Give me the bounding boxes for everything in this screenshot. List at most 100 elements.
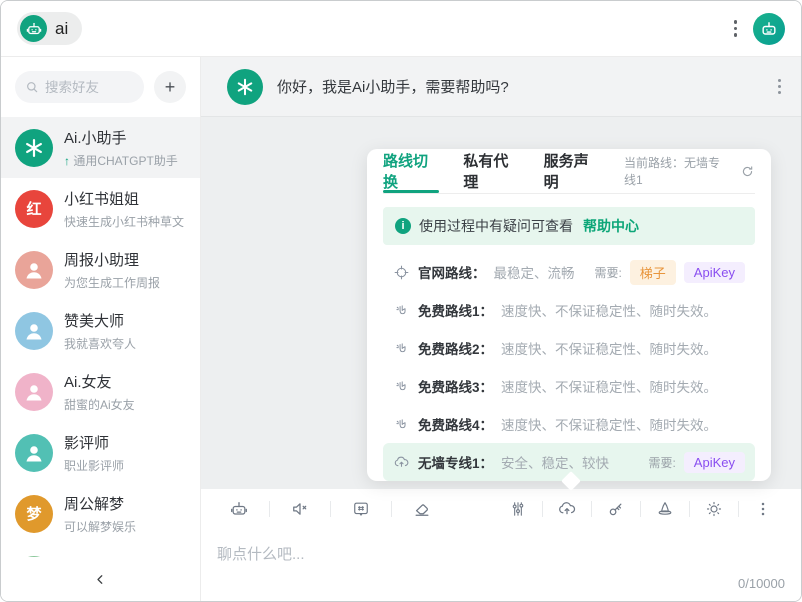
toolbar-divider: [591, 501, 592, 517]
contact-subtitle: 职业影评师: [64, 457, 124, 474]
info-icon: i: [395, 218, 411, 234]
route-name: 免费路线1：: [418, 300, 493, 320]
compass-icon: [393, 264, 410, 281]
contact-film-critic[interactable]: 影评师 职业影评师: [1, 422, 200, 483]
app-window: ai: [0, 0, 802, 602]
contact-name: 周公解梦: [64, 493, 136, 514]
add-friend-button[interactable]: +: [154, 71, 186, 103]
robot-tool-button[interactable]: [227, 497, 251, 521]
route-desc: 速度快、不保证稳定性、随时失效。: [501, 300, 717, 320]
app-logo[interactable]: ai: [17, 12, 82, 45]
toolbar-divider: [640, 501, 641, 517]
route-name: 免费路线2：: [418, 338, 493, 358]
contact-list: Ai.小助手 ↑ 通用CHATGPT助手 红 小红书姐姐 快速生成小红书种草文: [1, 117, 200, 557]
contact-subtitle: 为您生成工作周报: [64, 274, 160, 291]
route-free-4[interactable]: 免费路线4： 速度快、不保证稳定性、随时失效。: [383, 405, 755, 443]
mute-speaker-button[interactable]: [288, 497, 312, 521]
toolbar-divider: [269, 501, 270, 517]
top-bar: ai: [1, 1, 801, 57]
content-area: + Ai.小助手 ↑ 通用CHATGPT助手: [1, 57, 801, 601]
contact-ai-assistant[interactable]: Ai.小助手 ↑ 通用CHATGPT助手: [1, 117, 200, 178]
popup-tabs: 路线切换 私有代理 服务声明 当前路线：无墙专线1: [383, 149, 755, 194]
sidebar: + Ai.小助手 ↑ 通用CHATGPT助手: [1, 57, 201, 601]
composer: 0/10000: [201, 529, 801, 601]
user-avatar[interactable]: [753, 13, 785, 45]
toolbar-divider: [330, 501, 331, 517]
message-input[interactable]: [217, 543, 785, 593]
hand-icon: [393, 340, 410, 357]
robot-logo-icon: [20, 15, 47, 42]
contact-virtual-doctor[interactable]: 虚拟医生: [1, 544, 200, 557]
current-route-label: 当前路线：无墙专线1: [624, 154, 730, 188]
assistant-message-row: 你好，我是Ai小助手，需要帮助吗?: [201, 57, 801, 117]
collapse-sidebar-button[interactable]: [87, 565, 115, 593]
route-desc: 速度快、不保证稳定性、随时失效。: [501, 338, 717, 358]
dream-char-avatar: 梦: [15, 495, 53, 533]
help-center-link[interactable]: 帮助中心: [583, 216, 639, 236]
person-avatar: [15, 434, 53, 472]
ladder-badge[interactable]: 梯子: [630, 260, 676, 285]
settings-sliders-button[interactable]: [506, 497, 530, 521]
magic-hat-button[interactable]: [653, 497, 677, 521]
person-avatar: [15, 373, 53, 411]
apikey-badge[interactable]: ApiKey: [684, 452, 745, 473]
route-name: 免费路线4：: [418, 414, 493, 434]
route-name: 无墙专线1：: [418, 452, 493, 472]
route-desc: 速度快、不保证稳定性、随时失效。: [501, 376, 717, 396]
openai-flower-icon: [15, 129, 53, 167]
tab-private-proxy[interactable]: 私有代理: [463, 149, 519, 193]
contact-xiaohongshu[interactable]: 红 小红书姐姐 快速生成小红书种草文: [1, 178, 200, 239]
red-char-avatar: 红: [15, 190, 53, 228]
chat-body: 路线切换 私有代理 服务声明 当前路线：无墙专线1 i 使用过程中有疑问可查看: [201, 117, 801, 489]
chat-main: 你好，我是Ai小助手，需要帮助吗? 路线切换 私有代理 服务声明 当前路线：无墙…: [201, 57, 801, 601]
chevron-left-icon: [93, 572, 108, 587]
help-info-banner: i 使用过程中有疑问可查看 帮助中心: [383, 207, 755, 245]
route-desc: 速度快、不保证稳定性、随时失效。: [501, 414, 717, 434]
top-bar-right: [730, 13, 786, 45]
contact-weekly-report[interactable]: 周报小助理 为您生成工作周报: [1, 239, 200, 300]
contact-subtitle: 我就喜欢夸人: [64, 335, 136, 352]
toolbar-more-button[interactable]: [751, 497, 775, 521]
contact-praise-master[interactable]: 赞美大师 我就喜欢夸人: [1, 300, 200, 361]
contact-subtitle: 可以解梦娱乐: [64, 518, 136, 535]
toolbar-divider: [542, 501, 543, 517]
route-free-2[interactable]: 免费路线2： 速度快、不保证稳定性、随时失效。: [383, 329, 755, 367]
tab-service-statement[interactable]: 服务声明: [544, 149, 600, 193]
contact-name: 小红书姐姐: [64, 188, 184, 209]
hand-icon: [393, 302, 410, 319]
search-icon: [24, 79, 40, 95]
header-menu-button[interactable]: [730, 16, 742, 41]
search-wrap: [15, 71, 144, 103]
assistant-avatar: [227, 69, 263, 105]
route-free-1[interactable]: 免费路线1： 速度快、不保证稳定性、随时失效。: [383, 291, 755, 329]
app-logo-text: ai: [55, 19, 68, 39]
char-counter: 0/10000: [738, 576, 785, 591]
help-info-text: 使用过程中有疑问可查看: [419, 216, 573, 236]
route-name: 免费路线3：: [418, 376, 493, 396]
eraser-button[interactable]: [410, 497, 434, 521]
cloud-sync-icon: [393, 454, 410, 471]
route-cloud-button[interactable]: [555, 497, 579, 521]
contact-ai-girlfriend[interactable]: Ai.女友 甜蜜的Ai女友: [1, 361, 200, 422]
contact-dream-interpreter[interactable]: 梦 周公解梦 可以解梦娱乐: [1, 483, 200, 544]
theme-sun-button[interactable]: [702, 497, 726, 521]
route-list: 官网路线： 最稳定、流畅 需要: 梯子 ApiKey: [383, 253, 755, 481]
apikey-badge[interactable]: ApiKey: [684, 262, 745, 283]
route-wall-free-line[interactable]: 无墙专线1： 安全、稳定、较快 需要: ApiKey: [383, 443, 755, 481]
route-official[interactable]: 官网路线： 最稳定、流畅 需要: 梯子 ApiKey: [383, 253, 755, 291]
tab-route-switch[interactable]: 路线切换: [383, 149, 439, 193]
contact-subtitle: 甜蜜的Ai女友: [64, 396, 135, 413]
contact-subtitle: ↑ 通用CHATGPT助手: [64, 152, 178, 169]
search-row: +: [1, 57, 200, 117]
message-menu-button[interactable]: [774, 75, 785, 98]
require-label: 需要:: [594, 264, 621, 281]
api-key-button[interactable]: [604, 497, 628, 521]
contact-name: 影评师: [64, 432, 124, 453]
person-avatar: [15, 312, 53, 350]
contact-subtitle: 快速生成小红书种草文: [64, 213, 184, 230]
toolbar-divider: [391, 501, 392, 517]
contact-name: Ai.女友: [64, 371, 135, 392]
route-free-3[interactable]: 免费路线3： 速度快、不保证稳定性、随时失效。: [383, 367, 755, 405]
refresh-icon[interactable]: [740, 164, 755, 179]
token-count-button[interactable]: [349, 497, 373, 521]
